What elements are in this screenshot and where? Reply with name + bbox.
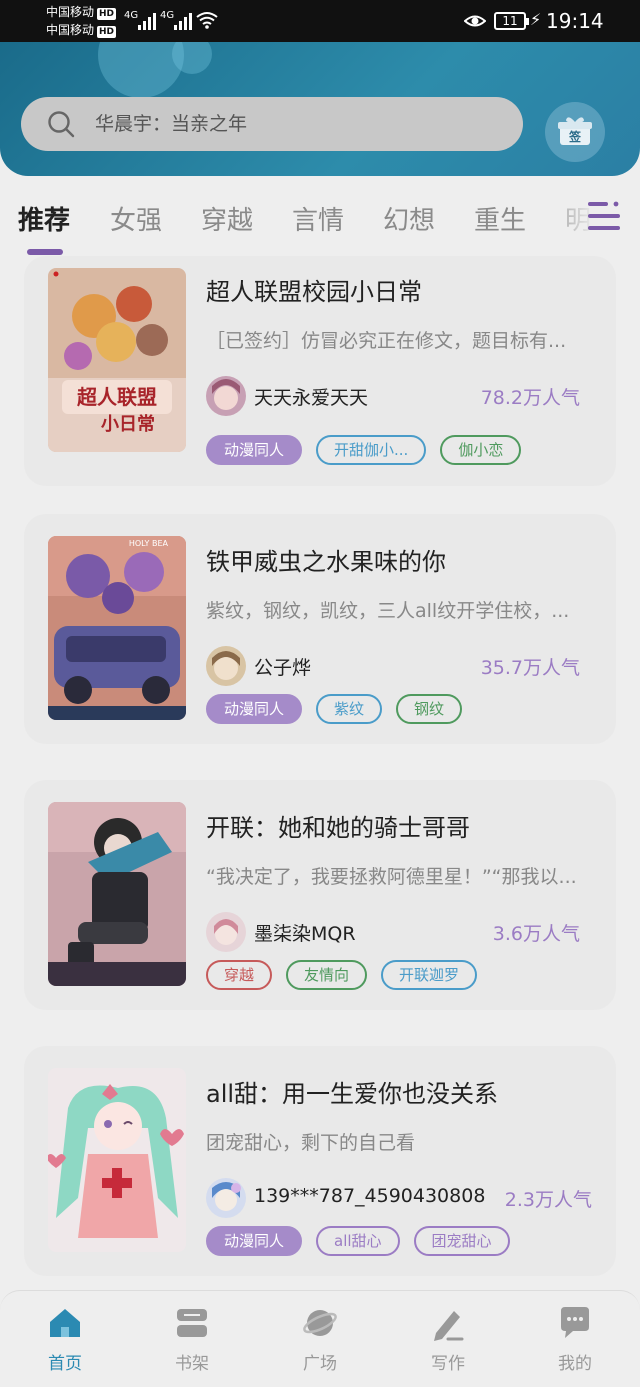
tag[interactable]: 动漫同人 — [206, 694, 303, 724]
hd-badge: HD — [97, 8, 117, 20]
pen-icon — [434, 1311, 464, 1341]
tag-list: 动漫同人 开甜伽小... 伽小恋 — [206, 435, 522, 465]
author-name: 公子烨 — [254, 657, 312, 679]
carrier-1: 中国移动 HD — [46, 4, 117, 20]
search-placeholder: 华晨宇：当亲之年 — [95, 113, 248, 135]
tab-rebirth[interactable]: 重生 — [474, 200, 526, 237]
category-menu-icon[interactable] — [586, 200, 622, 232]
search-bar[interactable]: 华晨宇：当亲之年 — [21, 97, 523, 151]
nav-square[interactable]: 广场 — [280, 1305, 360, 1374]
author-avatar — [206, 376, 246, 416]
tag[interactable]: 穿越 — [206, 960, 273, 990]
svg-text:HOLY BEA: HOLY BEA — [129, 539, 169, 548]
network-type: 4G — [160, 10, 175, 21]
book-desc: 团宠甜心，剩下的自己看 — [206, 1132, 416, 1154]
tag[interactable]: 团宠甜心 — [413, 1226, 510, 1256]
tag-list: 动漫同人 紫纹 钢纹 — [206, 694, 463, 724]
nav-mine[interactable]: 我的 — [535, 1305, 615, 1374]
author-name: 天天永爱天天 — [254, 387, 369, 409]
decor-bubble — [172, 42, 212, 74]
tag[interactable]: 开联迦罗 — [381, 960, 478, 990]
book-title: 铁甲威虫之水果味的你 — [206, 548, 446, 576]
tab-recommend[interactable]: 推荐 — [18, 200, 70, 237]
tag[interactable]: all甜心 — [316, 1226, 400, 1256]
nav-bookshelf[interactable]: 书架 — [152, 1305, 232, 1374]
tag[interactable]: 伽小恋 — [440, 435, 522, 465]
svg-text:超人联盟: 超人联盟 — [76, 385, 157, 409]
eye-comfort-icon — [464, 15, 486, 27]
battery-icon: 11 — [494, 12, 529, 30]
popularity: 35.7万人气 — [480, 657, 580, 679]
tab-romance[interactable]: 言情 — [292, 200, 344, 237]
clock: 19:14 — [546, 9, 604, 33]
book-title: 开联：她和她的骑士哥哥 — [206, 814, 470, 842]
nav-bookshelf-label: 书架 — [175, 1354, 209, 1374]
checkin-button[interactable]: 签 — [545, 102, 605, 162]
book-card[interactable]: 超人联盟 小日常 超人联盟校园小日常 ［已签约］仿冒必究正在修文，题目标有...… — [24, 256, 616, 486]
book-cover: 超人联盟 小日常 — [48, 268, 186, 452]
tag[interactable]: 紫纹 — [316, 694, 383, 724]
nav-write-label: 写作 — [431, 1354, 465, 1374]
search-icon — [48, 111, 75, 138]
tag-list: 穿越 友情向 开联迦罗 — [206, 960, 478, 990]
wifi-icon — [196, 12, 218, 29]
author-name: 墨柒染MQR — [254, 923, 356, 945]
home-icon — [50, 1309, 80, 1337]
carrier-2-label: 中国移动 — [46, 23, 95, 37]
signal-icon — [138, 12, 156, 30]
network-type: 4G — [124, 10, 139, 21]
book-cover — [48, 1068, 186, 1252]
hd-badge: HD — [97, 26, 117, 38]
nav-square-label: 广场 — [303, 1354, 337, 1374]
tag[interactable]: 动漫同人 — [206, 435, 303, 465]
book-desc: “我决定了，我要拯救阿德里星！”“那我以... — [206, 866, 577, 888]
tab-strong-female[interactable]: 女强 — [110, 200, 162, 237]
charging-icon: ⚡ — [530, 10, 542, 29]
tag-list: 动漫同人 all甜心 团宠甜心 — [206, 1226, 510, 1256]
signal-icon — [174, 12, 192, 30]
book-cover — [48, 802, 186, 986]
bookshelf-icon — [177, 1309, 207, 1337]
bottom-nav: 首页 书架 广场 写作 我的 — [0, 1290, 640, 1387]
tag[interactable]: 开甜伽小... — [316, 435, 427, 465]
book-card[interactable]: HOLY BEA 铁甲威虫之水果味的你 紫纹，钢纹，凯纹，三人all纹开学住校，… — [24, 514, 616, 744]
checkin-label: 签 — [568, 130, 581, 144]
carrier-2: 中国移动 HD — [46, 22, 117, 38]
book-cover: HOLY BEA — [48, 536, 186, 720]
nav-mine-label: 我的 — [558, 1354, 592, 1374]
tag[interactable]: 钢纹 — [396, 694, 463, 724]
book-list: 超人联盟 小日常 超人联盟校园小日常 ［已签约］仿冒必究正在修文，题目标有...… — [0, 256, 640, 1290]
status-bar: 中国移动 HD 中国移动 HD 4G 4G 11 ⚡ 19:14 — [0, 0, 640, 42]
tab-time-travel[interactable]: 穿越 — [201, 200, 253, 237]
nav-home-label: 首页 — [48, 1354, 82, 1374]
tab-fantasy[interactable]: 幻想 — [383, 200, 435, 237]
popularity: 78.2万人气 — [480, 387, 580, 409]
tag[interactable]: 动漫同人 — [206, 1226, 303, 1256]
nav-write[interactable]: 写作 — [408, 1305, 488, 1374]
book-card[interactable]: all甜：用一生爱你也没关系 团宠甜心，剩下的自己看 139***787_459… — [24, 1046, 616, 1276]
tag[interactable]: 友情向 — [286, 960, 368, 990]
carrier-1-label: 中国移动 — [46, 5, 95, 19]
book-desc: ［已签约］仿冒必究正在修文，题目标有... — [206, 330, 567, 352]
category-tabs: 推荐 女强 穿越 言情 幻想 重生 明 — [0, 176, 640, 256]
header: 华晨宇：当亲之年 签 — [0, 42, 640, 176]
popularity: 2.3万人气 — [504, 1189, 592, 1211]
nav-home[interactable]: 首页 — [25, 1305, 105, 1374]
book-desc: 紫纹，钢纹，凯纹，三人all纹开学住校，... — [206, 600, 570, 622]
svg-text:小日常: 小日常 — [101, 413, 155, 435]
book-card[interactable]: 开联：她和她的骑士哥哥 “我决定了，我要拯救阿德里星！”“那我以... 墨柒染M… — [24, 780, 616, 1010]
chat-icon — [561, 1307, 589, 1338]
tab-indicator — [27, 249, 63, 255]
author-avatar — [206, 912, 246, 952]
author-avatar — [206, 1178, 246, 1218]
author-name: 139***787_4590430808 — [254, 1185, 486, 1207]
book-title: 超人联盟校园小日常 — [206, 278, 422, 306]
popularity: 3.6万人气 — [492, 923, 580, 945]
planet-icon — [303, 1310, 337, 1336]
book-title: all甜：用一生爱你也没关系 — [206, 1080, 499, 1108]
author-avatar — [206, 646, 246, 686]
decor-bubble — [98, 42, 184, 98]
